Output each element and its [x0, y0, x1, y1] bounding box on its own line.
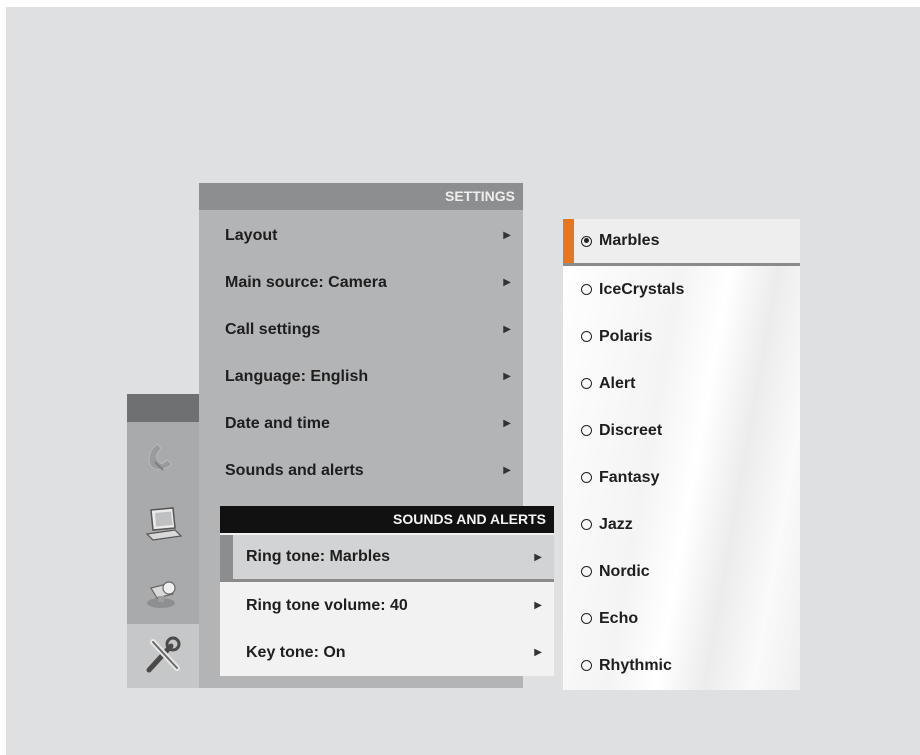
- chevron-right-icon: ▶: [534, 551, 542, 563]
- sounds-alerts-title: SOUNDS AND ALERTS: [220, 506, 554, 533]
- menu-item-ring-tone-volume[interactable]: Ring tone volume: 40 ▶: [220, 582, 554, 629]
- chevron-right-icon: ▶: [503, 230, 511, 241]
- menu-item-call-settings[interactable]: Call settings ▶: [199, 306, 523, 353]
- radio-icon: [581, 519, 592, 530]
- menu-item-label: Main source: Camera: [225, 273, 387, 291]
- ringtone-list: Marbles IceCrystals Polaris Alert Discre…: [563, 219, 800, 690]
- ringtone-option-icecrystals[interactable]: IceCrystals: [563, 266, 800, 313]
- dock-header: [127, 394, 199, 422]
- menu-item-label: Key tone: On: [246, 643, 346, 661]
- side-dock: [127, 394, 199, 688]
- menu-item-label: Date and time: [225, 414, 330, 432]
- ringtone-option-alert[interactable]: Alert: [563, 360, 800, 407]
- menu-item-date-time[interactable]: Date and time ▶: [199, 400, 523, 447]
- radio-icon: [581, 331, 592, 342]
- ringtone-option-rhythmic[interactable]: Rhythmic: [563, 642, 800, 689]
- ringtone-option-jazz[interactable]: Jazz: [563, 501, 800, 548]
- ringtone-label: Rhythmic: [599, 656, 672, 674]
- chevron-right-icon: ▶: [534, 647, 542, 658]
- menu-item-label: Sounds and alerts: [225, 461, 364, 479]
- chevron-right-icon: ▶: [503, 465, 511, 476]
- ringtone-label: Marbles: [599, 232, 660, 249]
- tools-icon: [146, 636, 181, 673]
- menu-item-label: Ring tone: Marbles: [246, 548, 391, 565]
- chevron-right-icon: ▶: [503, 371, 511, 382]
- chevron-right-icon: ▶: [534, 600, 542, 611]
- ringtone-label: Nordic: [599, 562, 650, 580]
- radio-icon: [581, 284, 592, 295]
- chevron-right-icon: ▶: [503, 324, 511, 335]
- ringtone-label: IceCrystals: [599, 280, 685, 298]
- chevron-right-icon: ▶: [503, 277, 511, 288]
- radio-icon: [581, 425, 592, 436]
- menu-item-main-source[interactable]: Main source: Camera ▶: [199, 259, 523, 306]
- dock-item-presentation[interactable]: [127, 492, 199, 556]
- laptop-icon: [145, 507, 183, 541]
- ringtone-option-nordic[interactable]: Nordic: [563, 548, 800, 595]
- radio-selected-icon: [581, 235, 592, 247]
- menu-item-sounds-alerts[interactable]: Sounds and alerts ▶: [199, 447, 523, 494]
- radio-icon: [581, 472, 592, 483]
- menu-item-layout[interactable]: Layout ▶: [199, 212, 523, 259]
- chevron-right-icon: ▶: [503, 418, 511, 429]
- dock-item-settings[interactable]: [127, 624, 199, 688]
- ringtone-option-fantasy[interactable]: Fantasy: [563, 454, 800, 501]
- radio-icon: [581, 613, 592, 624]
- ringtone-option-echo[interactable]: Echo: [563, 595, 800, 642]
- ringtone-label: Echo: [599, 609, 639, 627]
- dock-item-camera[interactable]: [127, 560, 199, 624]
- settings-title: SETTINGS: [199, 183, 523, 210]
- menu-item-label: Call settings: [225, 320, 321, 338]
- ringtone-label: Jazz: [599, 515, 633, 533]
- ringtone-label: Polaris: [599, 327, 653, 345]
- sounds-alerts-menu: SOUNDS AND ALERTS Ring tone: Marbles ▶ R…: [220, 506, 554, 676]
- menu-item-label: Language: English: [225, 367, 369, 385]
- menu-item-label: Layout: [225, 226, 278, 244]
- radio-icon: [581, 566, 592, 577]
- ringtone-label: Fantasy: [599, 468, 660, 486]
- ringtone-option-polaris[interactable]: Polaris: [563, 313, 800, 360]
- dock-item-call[interactable]: [127, 424, 199, 488]
- camera-icon: [147, 581, 176, 608]
- menu-item-ring-tone[interactable]: Ring tone: Marbles ▶: [220, 535, 554, 582]
- menu-item-language[interactable]: Language: English ▶: [199, 353, 523, 400]
- menu-item-key-tone[interactable]: Key tone: On ▶: [220, 629, 554, 676]
- ringtone-option-discreet[interactable]: Discreet: [563, 407, 800, 454]
- ringtone-option-marbles[interactable]: Marbles: [563, 219, 800, 266]
- ringtone-label: Alert: [599, 374, 636, 392]
- radio-icon: [581, 378, 592, 389]
- radio-icon: [581, 660, 592, 671]
- menu-item-label: Ring tone volume: 40: [246, 596, 408, 614]
- ringtone-label: Discreet: [599, 421, 663, 439]
- phone-icon: [148, 443, 173, 471]
